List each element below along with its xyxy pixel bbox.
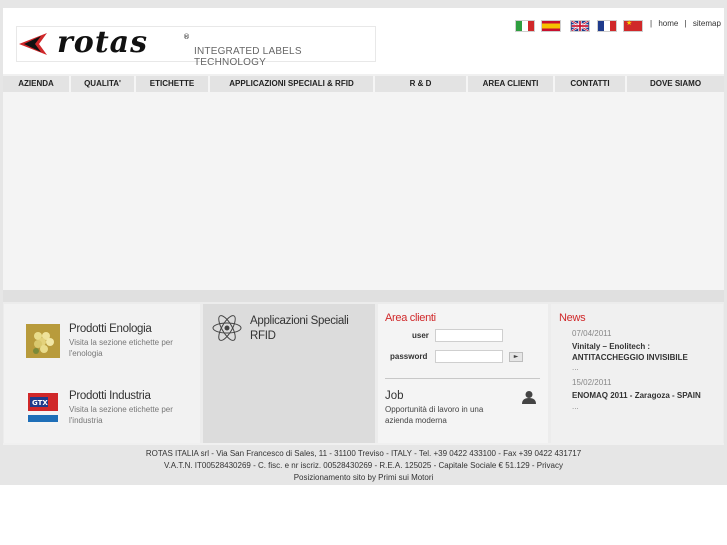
logo-tagline: INTEGRATED LABELS TECHNOLOGY (194, 46, 302, 68)
star-icon: ★ (626, 19, 633, 27)
panel-divider (385, 378, 540, 379)
password-label: password (390, 352, 428, 361)
news-item-link[interactable]: Vinitaly – Enolitech : ANTITACCHEGGIO IN… (572, 341, 722, 363)
news-date: 15/02/2011 (572, 378, 612, 387)
news-more[interactable]: ... (572, 402, 579, 411)
separator: | (684, 19, 687, 28)
user-icon (522, 391, 536, 404)
client-area-panel: Area clienti user password ► Job Opportu… (378, 304, 548, 443)
rotas-logo[interactable]: rotas ® INTEGRATED LABELS TECHNOLOGY (16, 25, 376, 68)
job-description: Opportunità di lavoro in una azienda mod… (385, 405, 484, 425)
nav-qualita[interactable]: QUALITA' (71, 76, 136, 92)
rfid-title-line2: RFID (250, 330, 276, 342)
italian-flag-icon[interactable] (515, 20, 535, 32)
product-enologia[interactable]: Prodotti Enologia Visita la sezione etic… (4, 304, 200, 370)
product-title: Prodotti Industria (69, 390, 151, 402)
site-footer: ROTAS ITALIA srl - Via San Francesco di … (0, 448, 727, 484)
svg-text:GTX: GTX (32, 399, 48, 407)
section-divider (3, 290, 724, 302)
chinese-flag-icon[interactable]: ★ (623, 19, 643, 32)
registered-mark: ® (183, 33, 190, 41)
french-flag-icon[interactable] (597, 20, 617, 32)
separator: | (650, 19, 653, 28)
job-title: Job (385, 390, 404, 402)
product-description: Visita la sezione etichette per l'enolog… (69, 338, 173, 358)
rfid-title-line1: Applicazioni Speciali (250, 315, 349, 327)
footer-address: ROTAS ITALIA srl - Via San Francesco di … (145, 449, 582, 458)
home-link[interactable]: home (658, 19, 678, 28)
rfid-panel[interactable]: Applicazioni Speciali RFID (203, 304, 375, 443)
user-label: user (412, 331, 429, 340)
uk-flag-icon[interactable] (570, 20, 590, 32)
logo-wordmark: rotas (57, 25, 149, 60)
nav-applicazioni-speciali[interactable]: APPLICAZIONI SPECIALI & RFID (210, 76, 375, 92)
nav-azienda[interactable]: AZIENDA (3, 76, 71, 92)
main-navigation: AZIENDA QUALITA' ETICHETTE APPLICAZIONI … (3, 76, 724, 92)
hero-banner (3, 92, 724, 290)
news-title: News (559, 312, 586, 324)
product-description: Visita la sezione etichette per l'indust… (69, 405, 173, 425)
footer-credits-link[interactable]: Posizionamento sito by Primi sui Motori (0, 472, 727, 484)
news-item-link[interactable]: ENOMAQ 2011 - Zaragoza - SPAIN (572, 390, 722, 401)
footer-company-info: V.A.T.N. IT00528430269 - C. fisc. e nr i… (163, 461, 564, 470)
job-link[interactable]: Job Opportunità di lavoro in una azienda… (378, 382, 548, 432)
client-area-title: Area clienti (385, 312, 436, 324)
spanish-flag-icon[interactable] (541, 20, 561, 32)
password-input[interactable] (435, 350, 503, 363)
login-submit-button[interactable]: ► (509, 352, 523, 362)
industrial-label-icon: GTX (26, 391, 60, 425)
nav-r-and-d[interactable]: R & D (375, 76, 468, 92)
news-date: 07/04/2011 (572, 329, 612, 338)
news-more[interactable]: ... (572, 363, 579, 372)
grapes-icon (26, 324, 60, 358)
rotas-arrow-logo-icon (19, 33, 47, 55)
product-title: Prodotti Enologia (69, 323, 152, 335)
sitemap-link[interactable]: sitemap (693, 19, 721, 28)
news-panel: News 07/04/2011 Vinitaly – Enolitech : A… (551, 304, 723, 443)
product-industria[interactable]: GTX Prodotti Industria Visita la sezione… (4, 374, 200, 440)
atom-icon (212, 315, 242, 341)
nav-etichette[interactable]: ETICHETTE (136, 76, 210, 92)
user-input[interactable] (435, 329, 503, 342)
nav-dove-siamo[interactable]: DOVE SIAMO (627, 76, 724, 92)
top-links: | home | sitemap (650, 19, 721, 28)
site-header: rotas ® INTEGRATED LABELS TECHNOLOGY ★ |… (3, 8, 724, 74)
nav-area-clienti[interactable]: AREA CLIENTI (468, 76, 555, 92)
products-panel: Prodotti Enologia Visita la sezione etic… (4, 304, 200, 443)
nav-contatti[interactable]: CONTATTI (555, 76, 627, 92)
